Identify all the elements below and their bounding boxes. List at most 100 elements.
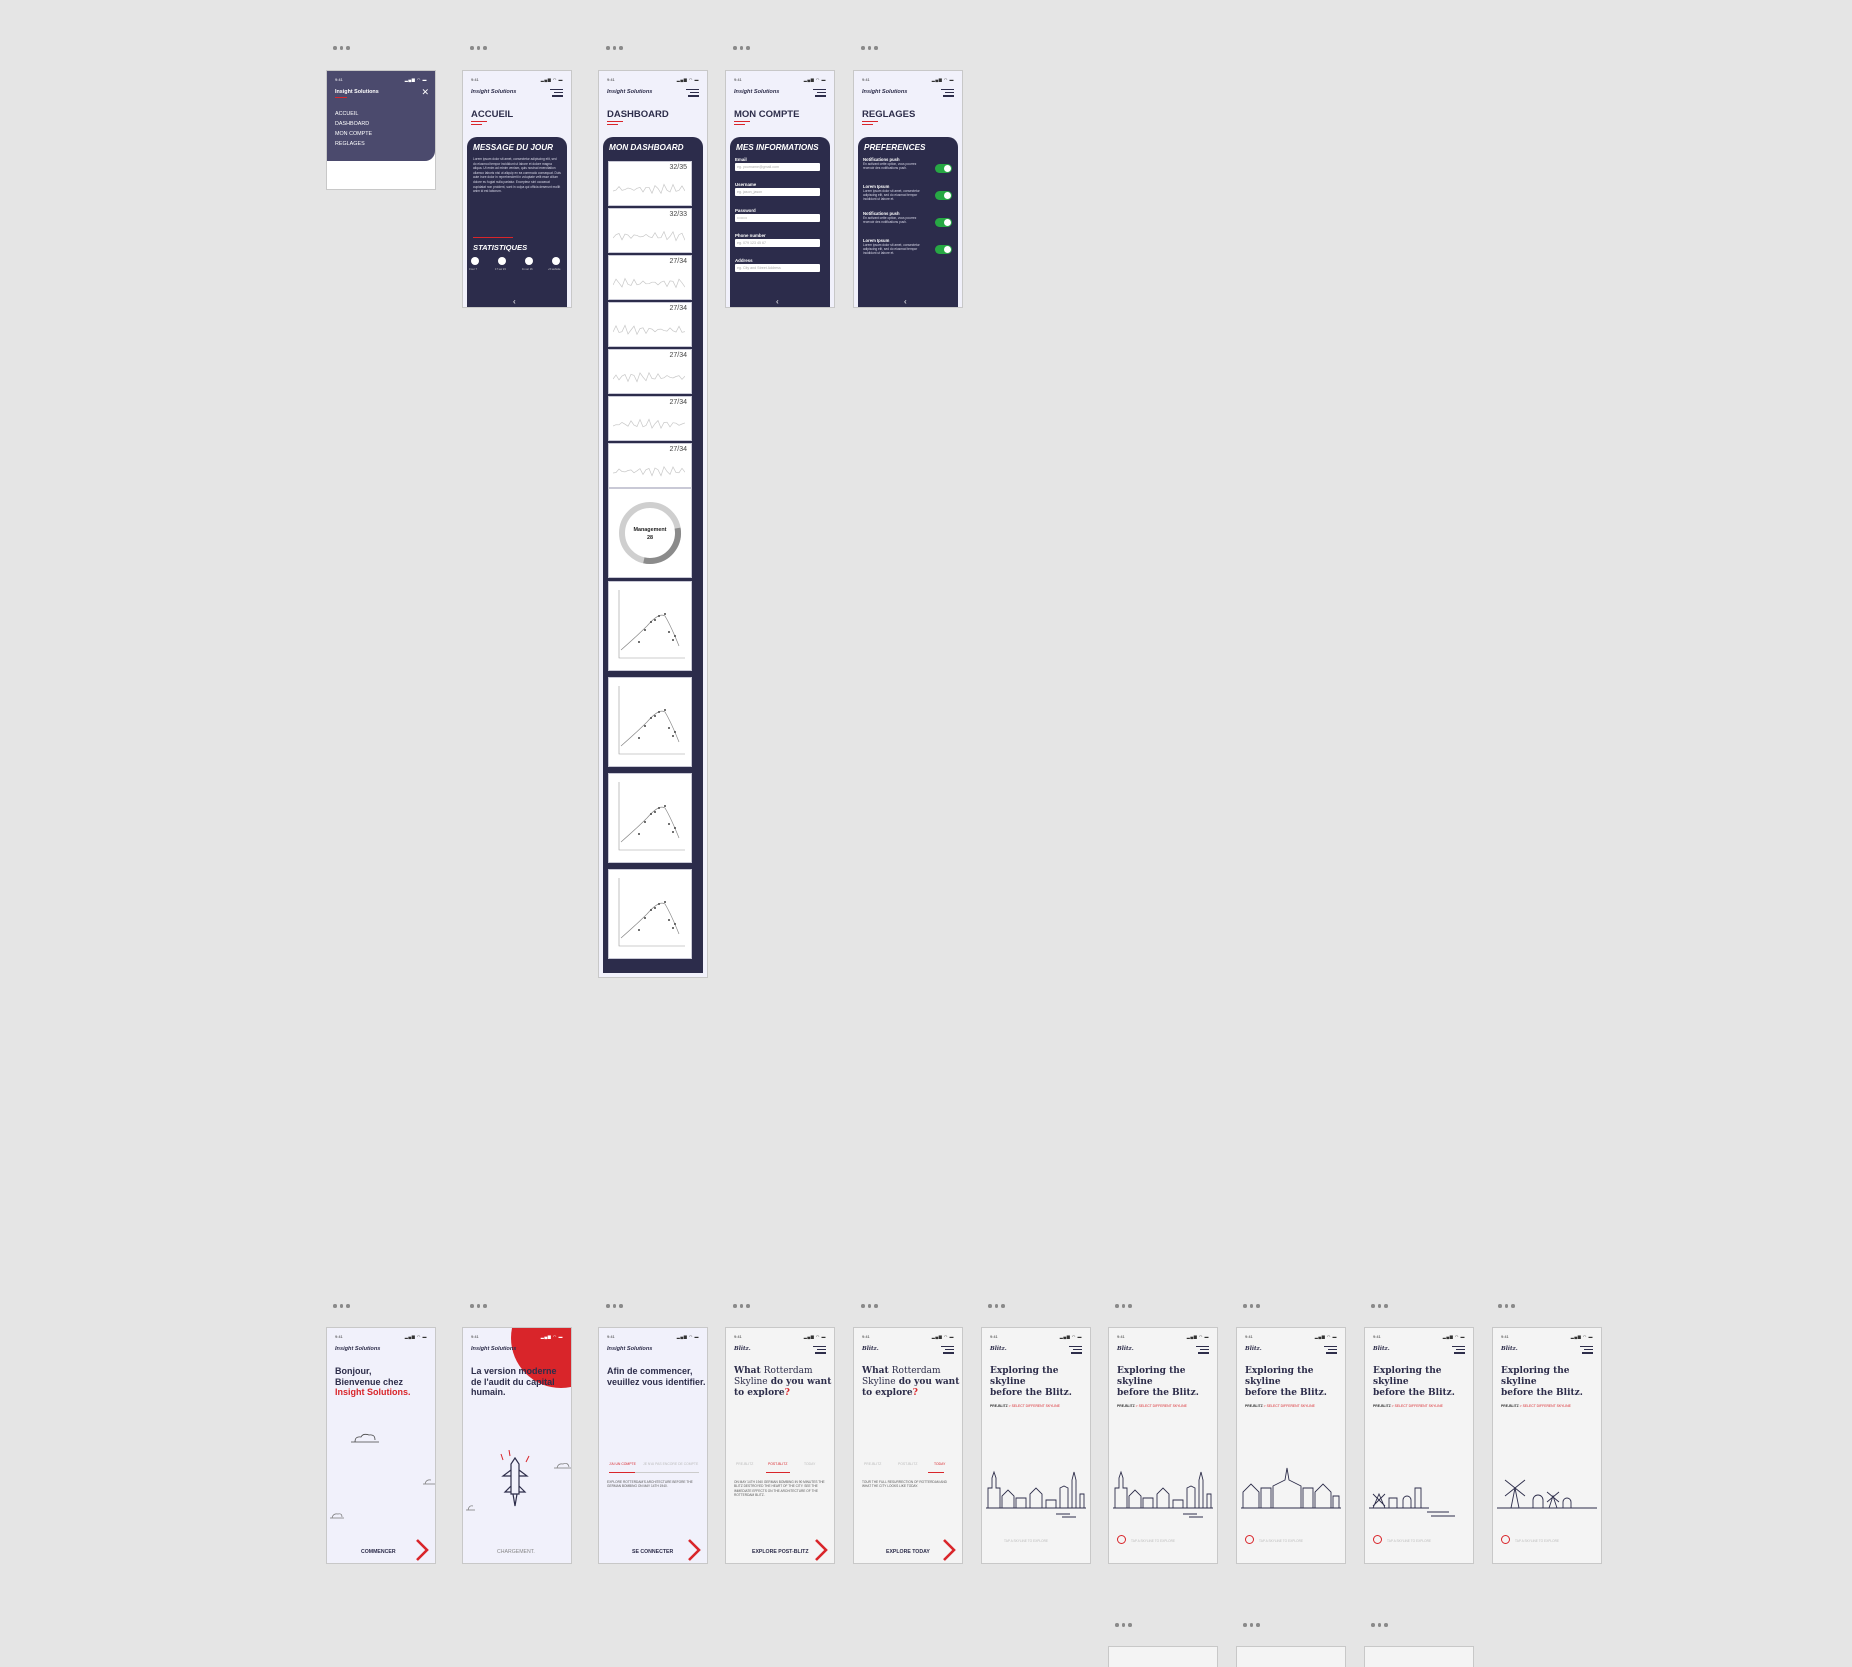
artboard-login[interactable]: 9:41 ▂▄▆ ◠ ▬ Insight Solutions Afin de co… <box>599 1328 707 1563</box>
artboard-exploring-skyline[interactable]: 9:41 ▂▄▆ ◠ ▬ Blitz. Exploring the skyline be… <box>1237 1328 1345 1563</box>
info-icon[interactable] <box>1245 1535 1254 1544</box>
skyline-illustration[interactable] <box>1113 1458 1213 1518</box>
menu-item-dashboard[interactable]: DASHBOARD <box>335 119 372 129</box>
artboard-exploring-skyline[interactable]: 9:41 ▂▄▆ ◠ ▬ Blitz. Exploring the skyline be… <box>1493 1328 1601 1563</box>
crumb-select-skyline[interactable]: > SELECT DIFFERENT SKYLINE <box>1009 1404 1060 1408</box>
artboard-options-icon[interactable] <box>333 45 355 51</box>
skyline-illustration[interactable] <box>1241 1458 1341 1518</box>
artboard-options-icon[interactable] <box>861 1303 883 1309</box>
stat-card[interactable]: 27/34 <box>608 396 692 441</box>
artboard-options-icon[interactable] <box>1371 1622 1393 1628</box>
crumb-era[interactable]: PRE-BLITZ <box>1245 1404 1263 1408</box>
tab-no-account[interactable]: JE N'AI PAS ENCORE DE COMPTE <box>643 1462 698 1466</box>
close-icon[interactable]: ✕ <box>421 87 429 98</box>
tab-have-account[interactable]: J'AI UN COMPTE <box>609 1462 636 1466</box>
option-toggle[interactable] <box>935 191 952 200</box>
chevron-left-icon[interactable]: ‹ <box>904 297 907 306</box>
hamburger-menu-icon[interactable] <box>686 89 699 99</box>
hamburger-menu-icon[interactable] <box>550 89 563 99</box>
stat-card[interactable]: 27/34 <box>608 443 692 488</box>
info-icon[interactable] <box>1117 1535 1126 1544</box>
artboard-options-icon[interactable] <box>988 1303 1010 1309</box>
skyline-illustration[interactable] <box>1497 1458 1597 1518</box>
stat-card[interactable]: 32/33 <box>608 208 692 253</box>
chevron-left-icon[interactable]: ‹ <box>776 297 779 306</box>
stat-card[interactable]: 27/34 <box>608 349 692 394</box>
artboard-options-icon[interactable] <box>861 45 883 51</box>
artboard-mon-compte[interactable]: 9:41 ▂▄▆ ◠ ▬ Insight Solutions MON COMPTE… <box>726 71 834 307</box>
hamburger-menu-icon[interactable] <box>813 89 826 99</box>
artboard-partial[interactable] <box>1109 1647 1217 1667</box>
artboard-options-icon[interactable] <box>606 45 628 51</box>
scatter-card[interactable] <box>608 773 692 863</box>
artboard-options-icon[interactable] <box>1243 1622 1265 1628</box>
artboard-options-icon[interactable] <box>1371 1303 1393 1309</box>
phone-field[interactable]: eg. 079 123 45 67 <box>735 239 820 247</box>
artboard-reglages[interactable]: 9:41 ▂▄▆ ◠ ▬ Insight Solutions REGLAGES P… <box>854 71 962 307</box>
skyline-illustration[interactable] <box>1369 1458 1469 1518</box>
notifications-toggle[interactable] <box>935 218 952 227</box>
stat-card[interactable]: 27/34 <box>608 302 692 347</box>
artboard-options-icon[interactable] <box>1243 1303 1265 1309</box>
notifications-toggle[interactable] <box>935 164 952 173</box>
chevron-right-icon[interactable] <box>415 1539 429 1561</box>
menu-item-mon-compte[interactable]: MON COMPTE <box>335 129 372 139</box>
tab-post-blitz[interactable]: POST-BLITZ <box>768 1462 787 1466</box>
donut-card[interactable]: Management 28 <box>608 488 692 578</box>
scatter-card[interactable] <box>608 869 692 959</box>
artboard-options-icon[interactable] <box>1115 1622 1137 1628</box>
hamburger-menu-icon[interactable] <box>1069 1346 1082 1356</box>
option-toggle[interactable] <box>935 245 952 254</box>
commencer-button[interactable]: COMMENCER <box>361 1549 396 1555</box>
info-icon[interactable] <box>1373 1535 1382 1544</box>
chevron-right-icon[interactable] <box>814 1539 828 1561</box>
username-field[interactable]: eg. jason_jason <box>735 188 820 196</box>
explore-today-button[interactable]: EXPLORE TODAY <box>886 1549 930 1555</box>
crumb-select-skyline[interactable]: > SELECT DIFFERENT SKYLINE <box>1520 1404 1571 1408</box>
artboard-partial[interactable] <box>1237 1647 1345 1667</box>
password-field[interactable]: •••••••• <box>735 214 820 222</box>
chevron-right-icon[interactable] <box>687 1539 701 1561</box>
skyline-illustration[interactable] <box>986 1458 1086 1518</box>
artboard-options-icon[interactable] <box>470 1303 492 1309</box>
se-connecter-button[interactable]: SE CONNECTER <box>632 1549 673 1555</box>
info-icon[interactable] <box>1501 1535 1510 1544</box>
hamburger-menu-icon[interactable] <box>941 89 954 99</box>
crumb-era[interactable]: PRE-BLITZ <box>990 1404 1008 1408</box>
chevron-left-icon[interactable]: ‹ <box>513 297 516 306</box>
artboard-accueil[interactable]: 9:41 ▂▄▆ ◠ ▬ Insight Solutions ACCUEIL ME… <box>463 71 571 307</box>
artboard-partial[interactable] <box>1365 1647 1473 1667</box>
chevron-right-icon[interactable] <box>942 1539 956 1561</box>
crumb-select-skyline[interactable]: > SELECT DIFFERENT SKYLINE <box>1392 1404 1443 1408</box>
artboard-options-icon[interactable] <box>333 1303 355 1309</box>
artboard-options-icon[interactable] <box>733 45 755 51</box>
address-field[interactable]: eg. City and Street Address <box>735 264 820 272</box>
crumb-era[interactable]: PRE-BLITZ <box>1501 1404 1519 1408</box>
artboard-exploring-skyline[interactable]: 9:41 ▂▄▆ ◠ ▬ Blitz. Exploring the skyline be… <box>982 1328 1090 1563</box>
chevron-left-icon[interactable]: ‹ <box>650 291 653 300</box>
artboard-options-icon[interactable] <box>1498 1303 1520 1309</box>
hamburger-menu-icon[interactable] <box>1452 1346 1465 1356</box>
artboard-welcome[interactable]: 9:41 ▂▄▆ ◠ ▬ Insight Solutions Bonjour, B… <box>327 1328 435 1563</box>
artboard-blitz-today[interactable]: 9:41 ▂▄▆ ◠ ▬ Blitz. What Rotterdam Skylin… <box>854 1328 962 1563</box>
artboard-exploring-skyline[interactable]: 9:41 ▂▄▆ ◠ ▬ Blitz. Exploring the skyline be… <box>1365 1328 1473 1563</box>
hamburger-menu-icon[interactable] <box>813 1346 826 1356</box>
crumb-select-skyline[interactable]: > SELECT DIFFERENT SKYLINE <box>1136 1404 1187 1408</box>
artboard-dashboard[interactable]: 9:41 ▂▄▆ ◠ ▬ Insight Solutions DASHBOARD … <box>599 71 707 977</box>
scatter-card[interactable] <box>608 677 692 767</box>
tab-post-blitz[interactable]: POST-BLITZ <box>898 1462 917 1466</box>
tab-today[interactable]: TODAY <box>804 1462 815 1466</box>
explore-post-blitz-button[interactable]: EXPLORE POST-BLITZ <box>752 1549 809 1555</box>
menu-item-accueil[interactable]: ACCUEIL <box>335 109 372 119</box>
tab-pre-blitz[interactable]: PRE-BLITZ <box>864 1462 881 1466</box>
crumb-select-skyline[interactable]: > SELECT DIFFERENT SKYLINE <box>1264 1404 1315 1408</box>
artboard-options-icon[interactable] <box>733 1303 755 1309</box>
artboard-loading[interactable]: 9:41 ▂▄▆ ◠ ▬ Insight Solutions La version… <box>463 1328 571 1563</box>
menu-item-reglages[interactable]: REGLAGES <box>335 139 372 149</box>
artboard-menu[interactable]: 9:41 ▂▄▆ ◠ ▬ Insight Solutions ✕ ACCUEIL … <box>327 71 435 189</box>
stat-card[interactable]: 32/35 <box>608 161 692 206</box>
crumb-era[interactable]: PRE-BLITZ <box>1373 1404 1391 1408</box>
artboard-exploring-skyline[interactable]: 9:41 ▂▄▆ ◠ ▬ Blitz. Exploring the skyline be… <box>1109 1328 1217 1563</box>
artboard-options-icon[interactable] <box>1115 1303 1137 1309</box>
hamburger-menu-icon[interactable] <box>1580 1346 1593 1356</box>
